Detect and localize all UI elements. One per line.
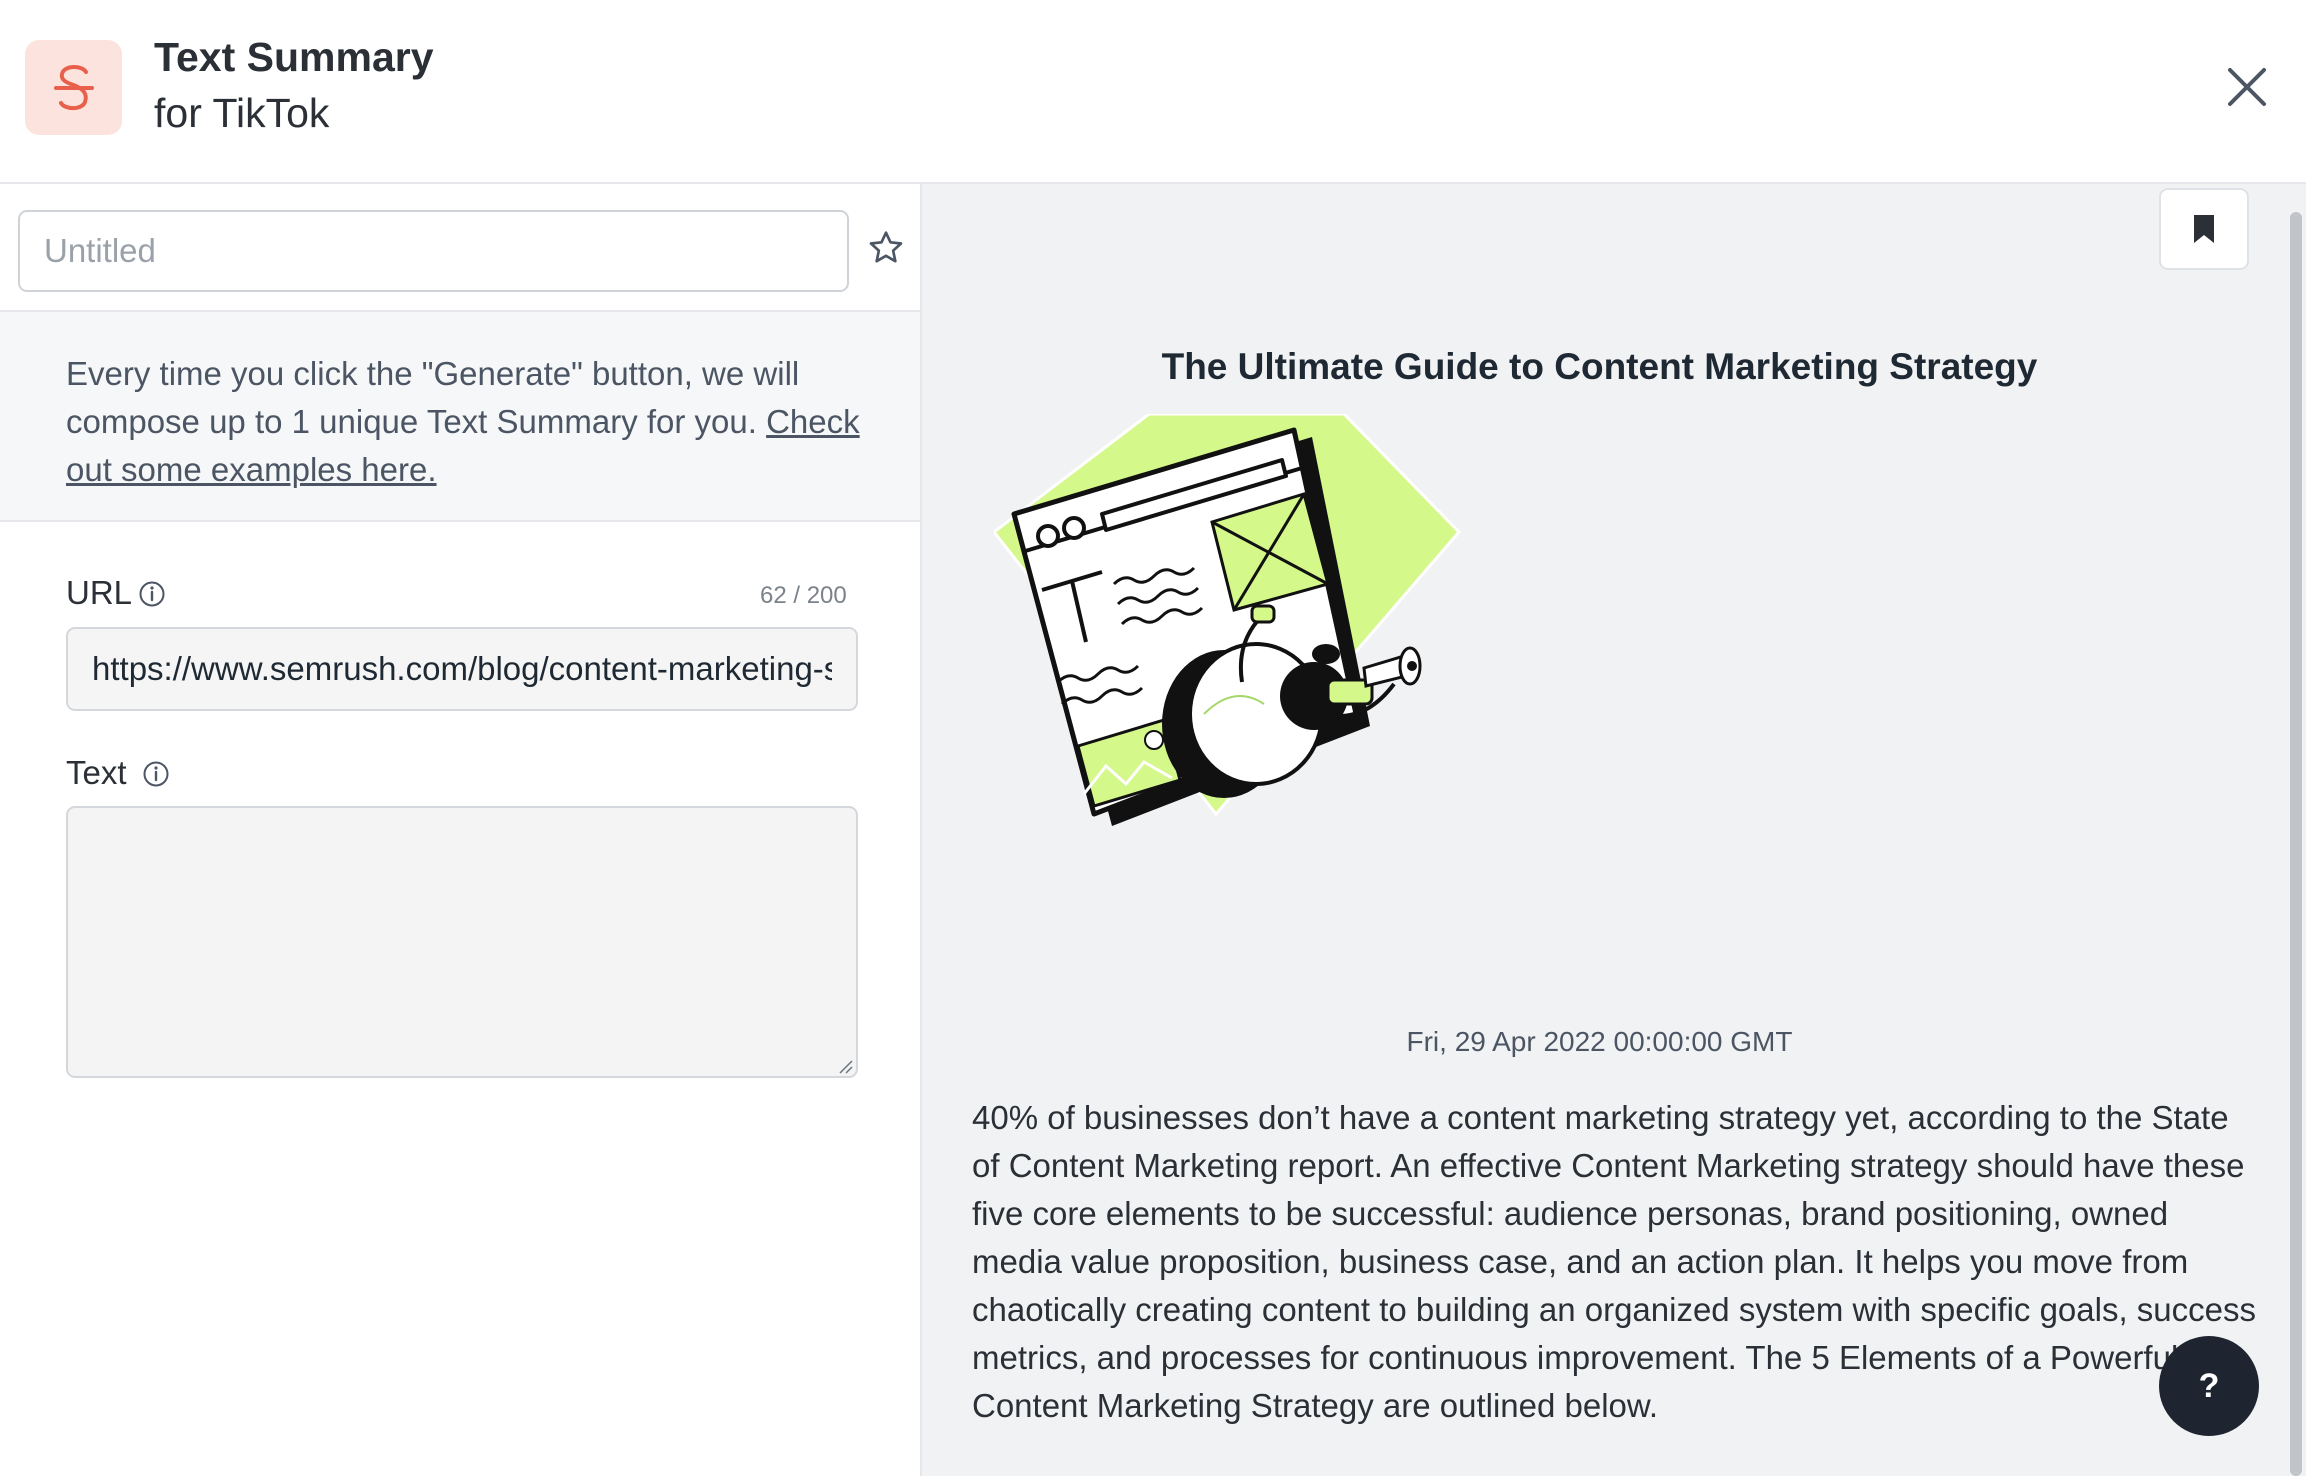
bookmark-button[interactable] [2159, 188, 2249, 270]
info-icon[interactable] [138, 580, 166, 608]
title-row [0, 184, 920, 312]
input-panel: Every time you click the "Generate" butt… [0, 184, 922, 1476]
resize-handle-icon[interactable] [838, 1059, 854, 1075]
url-label: URL [66, 574, 133, 611]
title-input[interactable] [18, 210, 849, 292]
text-label: Text [66, 754, 127, 791]
info-box: Every time you click the "Generate" butt… [0, 312, 920, 522]
close-icon[interactable] [2222, 62, 2272, 112]
star-icon[interactable] [866, 228, 906, 268]
article-title: The Ultimate Guide to Content Marketing … [1161, 346, 2038, 387]
text-input[interactable] [66, 806, 858, 1078]
app-subtitle: for TikTok [154, 90, 330, 136]
app-title: Text Summary [154, 34, 434, 80]
s-logo-icon [25, 40, 122, 135]
article-hero-illustration [994, 414, 1462, 826]
scrollbar-thumb[interactable] [2290, 212, 2302, 1476]
url-input[interactable] [66, 627, 858, 711]
help-button[interactable]: ? [2159, 1336, 2259, 1436]
url-char-counter: 62 / 200 [760, 582, 847, 609]
preview-panel: The Ultimate Guide to Content Marketing … [922, 184, 2306, 1476]
modal-header: Text Summary for TikTok [0, 0, 2306, 184]
info-icon[interactable] [142, 760, 170, 788]
article-date: Fri, 29 Apr 2022 00:00:00 GMT [1406, 1026, 1793, 1057]
bookmark-icon [2194, 215, 2214, 243]
article-summary: 40% of businesses don’t have a content m… [972, 1099, 2257, 1424]
info-text: Every time you click the "Generate" butt… [66, 355, 800, 440]
